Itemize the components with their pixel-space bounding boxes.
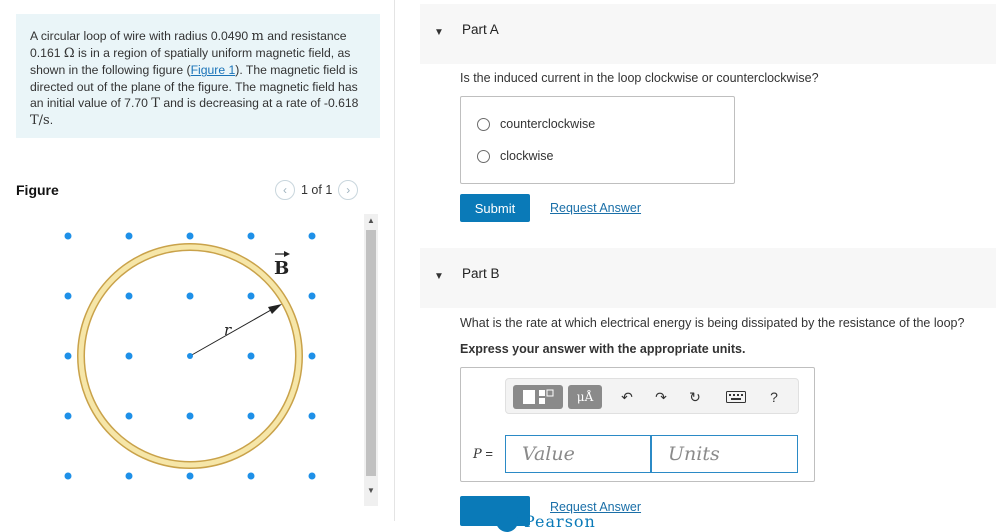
redo-icon[interactable]: ↷ bbox=[650, 385, 672, 409]
left-pane: A circular loop of wire with radius 0.04… bbox=[0, 0, 390, 521]
field-dot bbox=[186, 412, 194, 420]
part-b-header[interactable]: ▼ Part B bbox=[420, 248, 996, 308]
scrollbar-thumb[interactable] bbox=[366, 230, 376, 476]
radius-label: r bbox=[224, 321, 232, 339]
radius-arrowhead bbox=[268, 304, 282, 314]
field-dot bbox=[186, 292, 194, 300]
unit-meter: m bbox=[251, 29, 264, 44]
part-b-title: Part B bbox=[462, 266, 500, 281]
option-label: clockwise bbox=[500, 149, 554, 163]
undo-icon[interactable]: ↶ bbox=[616, 385, 638, 409]
field-dot bbox=[308, 412, 316, 420]
field-dot bbox=[64, 412, 72, 420]
units-input[interactable]: Units bbox=[651, 435, 798, 473]
problem-text: and is decreasing at a rate of -0.618 bbox=[159, 95, 359, 110]
figure-header: Figure ‹ 1 of 1 › bbox=[16, 180, 380, 202]
field-dot bbox=[247, 292, 255, 300]
field-dot bbox=[186, 232, 194, 240]
field-dot bbox=[64, 472, 72, 480]
part-b-question: What is the rate at which electrical ene… bbox=[460, 316, 965, 330]
option-counterclockwise[interactable]: counterclockwise bbox=[477, 117, 595, 131]
center-dot bbox=[187, 353, 193, 359]
option-clockwise[interactable]: clockwise bbox=[477, 149, 554, 163]
option-label: counterclockwise bbox=[500, 117, 596, 131]
field-dot bbox=[308, 232, 316, 240]
field-label: B bbox=[274, 258, 289, 279]
answer-choices: counterclockwise clockwise bbox=[460, 96, 735, 184]
value-input[interactable]: Value bbox=[505, 435, 651, 473]
field-dot bbox=[308, 352, 316, 360]
field-dot bbox=[125, 472, 133, 480]
field-dot bbox=[247, 352, 255, 360]
part-a-question: Is the induced current in the loop clock… bbox=[460, 71, 819, 85]
chevron-left-icon[interactable]: ‹ bbox=[275, 180, 295, 200]
magnetic-field-figure: r B bbox=[64, 232, 316, 480]
variable-symbol: P bbox=[473, 447, 482, 462]
field-dot bbox=[64, 292, 72, 300]
pearson-footer: Pearson bbox=[496, 510, 596, 532]
part-a-submit-button[interactable]: Submit bbox=[460, 194, 530, 222]
field-dot bbox=[308, 472, 316, 480]
field-dot bbox=[125, 292, 133, 300]
radio-icon[interactable] bbox=[477, 149, 490, 163]
pane-divider bbox=[394, 0, 395, 521]
field-dot bbox=[247, 472, 255, 480]
figure-title: Figure bbox=[16, 182, 59, 198]
help-icon[interactable]: ? bbox=[764, 385, 784, 409]
units-button[interactable]: μÅ bbox=[568, 385, 602, 409]
part-b-instruction: Express your answer with the appropriate… bbox=[460, 342, 746, 356]
radius-line bbox=[189, 305, 279, 357]
problem-statement: A circular loop of wire with radius 0.04… bbox=[16, 14, 380, 138]
part-a-header[interactable]: ▼ Part A bbox=[420, 4, 996, 64]
unit-ohm: Ω bbox=[63, 46, 75, 62]
caret-down-icon[interactable]: ▼ bbox=[434, 27, 444, 38]
field-dot bbox=[125, 232, 133, 240]
field-dot bbox=[125, 352, 133, 360]
field-dot bbox=[64, 352, 72, 360]
variable-label: P = bbox=[473, 446, 493, 462]
field-dot bbox=[125, 412, 133, 420]
keyboard-icon[interactable] bbox=[724, 385, 748, 409]
field-dot bbox=[247, 232, 255, 240]
caret-down-icon[interactable]: ▼ bbox=[434, 271, 444, 282]
part-a-title: Part A bbox=[462, 22, 499, 37]
figure-link[interactable]: Figure 1 bbox=[191, 63, 236, 77]
unit-tesla: T bbox=[151, 95, 160, 111]
field-dot bbox=[64, 232, 72, 240]
figure-pager: ‹ 1 of 1 › bbox=[275, 180, 359, 200]
chevron-right-icon[interactable]: › bbox=[338, 180, 359, 200]
problem-text: A circular loop of wire with radius 0.04… bbox=[30, 29, 252, 43]
field-dot bbox=[186, 472, 194, 480]
equals-sign: = bbox=[485, 446, 493, 461]
answer-input-box: μÅ ↶ ↷ ↻ ? P = Value Units bbox=[460, 367, 815, 482]
unit-tesla-per-second: T/s bbox=[30, 113, 50, 129]
math-toolbar: μÅ ↶ ↷ ↻ ? bbox=[505, 378, 799, 414]
reset-icon[interactable]: ↻ bbox=[684, 385, 706, 409]
pearson-logo-icon bbox=[496, 510, 518, 532]
brand-name: Pearson bbox=[524, 511, 596, 531]
vector-arrowhead bbox=[284, 251, 290, 257]
radio-icon[interactable] bbox=[477, 117, 490, 131]
pager-count: 1 of 1 bbox=[301, 183, 333, 197]
part-a-request-answer-link[interactable]: Request Answer bbox=[550, 201, 641, 215]
field-dot bbox=[308, 292, 316, 300]
template-icon[interactable] bbox=[513, 385, 563, 409]
problem-text: . bbox=[49, 113, 54, 128]
scroll-down-icon[interactable]: ▼ bbox=[366, 486, 376, 496]
field-dot bbox=[247, 412, 255, 420]
scroll-up-icon[interactable]: ▲ bbox=[366, 216, 376, 226]
